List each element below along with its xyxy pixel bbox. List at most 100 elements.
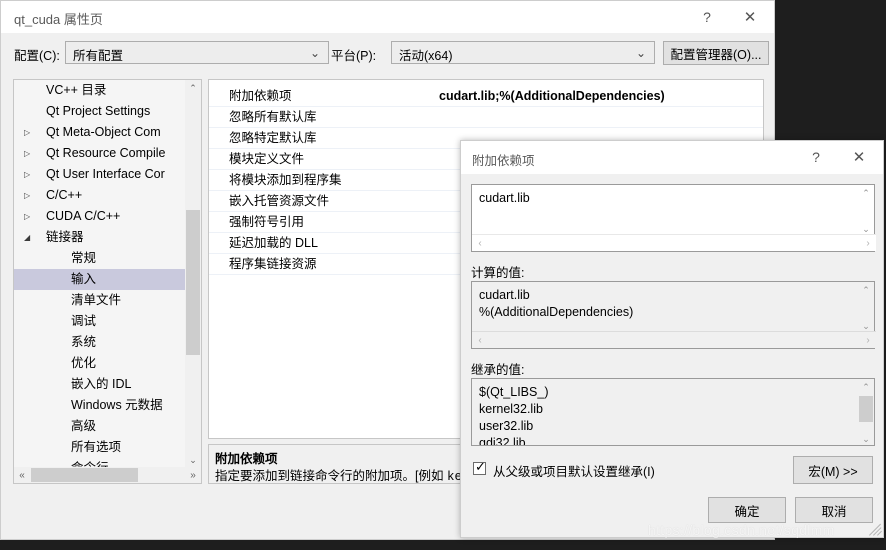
configuration-dropdown[interactable]: 所有配置 ⌄ bbox=[65, 41, 329, 64]
dialog-close-icon[interactable]: ✕ bbox=[839, 141, 879, 173]
help-icon[interactable]: ? bbox=[687, 1, 727, 32]
tree-item[interactable]: 嵌入的 IDL bbox=[14, 374, 186, 395]
additional-dependencies-dialog: 附加依赖项 ? ✕ cudart.lib ⌃ ⌄ ‹ › 计算的值: cudar… bbox=[460, 140, 884, 538]
property-name: 程序集链接资源 bbox=[229, 257, 317, 271]
tree-item[interactable]: 优化 bbox=[14, 353, 186, 374]
inherited-vertical-scrollbar[interactable]: ⌃ ⌄ bbox=[858, 379, 874, 445]
tree-item[interactable]: VC++ 目录 bbox=[14, 80, 186, 101]
tree-item-label: 系统 bbox=[71, 335, 97, 349]
platform-label: 平台(P): bbox=[331, 49, 377, 63]
tree-item[interactable]: ▷ CUDA C/C++ bbox=[14, 206, 186, 227]
chevron-down-icon: ⌄ bbox=[636, 46, 647, 60]
property-name: 忽略所有默认库 bbox=[229, 110, 317, 124]
property-row[interactable]: 忽略所有默认库 bbox=[209, 107, 763, 128]
scroll-left-icon[interactable]: ‹ bbox=[472, 332, 488, 348]
tree-item-label: Qt Resource Compile bbox=[46, 146, 166, 160]
tree-item-label: Qt Project Settings bbox=[46, 104, 151, 118]
tree-item[interactable]: ◢ 链接器 bbox=[14, 227, 186, 248]
tree-item-label: 高级 bbox=[71, 419, 97, 433]
settings-tree-panel: VC++ 目录 Qt Project Settings ▷ Qt Meta-Objec… bbox=[13, 79, 202, 484]
configuration-manager-button[interactable]: 配置管理器(O)... bbox=[663, 41, 769, 65]
inherited-value-box: $(Qt_LIBS_) kernel32.lib user32.lib gdi3… bbox=[471, 378, 875, 446]
inherit-checkbox[interactable]: ✓ bbox=[473, 460, 486, 475]
scroll-down-icon[interactable]: ⌄ bbox=[858, 431, 874, 445]
evaluated-vertical-scrollbar[interactable]: ⌃ ⌄ bbox=[858, 282, 874, 334]
scroll-left-icon[interactable]: ‹ bbox=[472, 235, 488, 251]
scroll-right-icon[interactable]: › bbox=[860, 332, 876, 348]
window-titlebar[interactable]: qt_cuda 属性页 ? ✕ bbox=[1, 1, 774, 33]
tree-horizontal-scrollbar[interactable]: « » bbox=[14, 467, 201, 483]
watermark: https://blog.csdn.net/sqdlmm bbox=[648, 522, 835, 538]
macros-button[interactable]: 宏(M) >> bbox=[793, 456, 873, 484]
property-name: 附加依赖项 bbox=[229, 89, 292, 103]
tree-item[interactable]: 调试 bbox=[14, 311, 186, 332]
tree-item[interactable]: 高级 bbox=[14, 416, 186, 437]
evaluated-horizontal-scrollbar[interactable]: ‹ › bbox=[472, 331, 876, 348]
evaluated-value-box: cudart.lib %(AdditionalDependencies) ⌃ ⌄… bbox=[471, 281, 876, 349]
chevron-down-icon: ⌄ bbox=[310, 46, 321, 60]
dependencies-textarea[interactable]: cudart.lib ⌃ ⌄ ‹ › bbox=[471, 184, 876, 252]
tree-item[interactable]: 所有选项 bbox=[14, 437, 186, 458]
tree-item-label: Qt User Interface Cor bbox=[46, 167, 165, 181]
tree-item-label: 输入 bbox=[71, 272, 97, 286]
tree-item[interactable]: ▷ C/C++ bbox=[14, 185, 186, 206]
collapsed-arrow-icon[interactable]: ▷ bbox=[24, 164, 35, 185]
scroll-down-icon[interactable]: ⌄ bbox=[185, 452, 201, 468]
scroll-up-icon[interactable]: ⌃ bbox=[185, 80, 201, 96]
collapsed-arrow-icon[interactable]: ▷ bbox=[24, 206, 35, 227]
inherited-value-list: $(Qt_LIBS_) kernel32.lib user32.lib gdi3… bbox=[479, 385, 549, 446]
textarea-vertical-scrollbar[interactable]: ⌃ ⌄ bbox=[858, 185, 874, 237]
tree-item-label: 优化 bbox=[71, 356, 97, 370]
collapsed-arrow-icon[interactable]: ▷ bbox=[24, 185, 35, 206]
cancel-button[interactable]: 取消 bbox=[795, 497, 873, 523]
tree-horizontal-scroll-thumb[interactable] bbox=[31, 468, 138, 482]
expanded-arrow-icon[interactable]: ◢ bbox=[24, 227, 35, 248]
dependencies-textarea-value: cudart.lib bbox=[479, 191, 530, 205]
dialog-titlebar[interactable]: 附加依赖项 ? ✕ bbox=[461, 141, 883, 174]
tree-item-label: 清单文件 bbox=[71, 293, 122, 307]
textarea-horizontal-scrollbar[interactable]: ‹ › bbox=[472, 234, 876, 251]
tree-item[interactable]: 系统 bbox=[14, 332, 186, 353]
property-value[interactable]: cudart.lib;%(AdditionalDependencies) bbox=[439, 86, 665, 107]
property-name: 嵌入托管资源文件 bbox=[229, 194, 330, 208]
tree-vertical-scroll-thumb[interactable] bbox=[186, 210, 200, 355]
evaluated-value-label: 计算的值: bbox=[471, 266, 525, 280]
description-text: 指定要添加到链接命令行的附加项。[例如 kern bbox=[215, 465, 477, 483]
dialog-title: 附加依赖项 bbox=[472, 154, 535, 168]
tree-item[interactable]: 输入 bbox=[14, 269, 186, 290]
dialog-help-icon[interactable]: ? bbox=[796, 141, 836, 173]
scroll-right-icon[interactable]: › bbox=[860, 235, 876, 251]
scroll-right-icon[interactable]: » bbox=[185, 467, 201, 483]
ok-button[interactable]: 确定 bbox=[708, 497, 786, 523]
property-name: 延迟加载的 DLL bbox=[229, 236, 318, 250]
scroll-up-icon[interactable]: ⌃ bbox=[858, 379, 874, 395]
settings-tree[interactable]: VC++ 目录 Qt Project Settings ▷ Qt Meta-Objec… bbox=[14, 80, 186, 468]
collapsed-arrow-icon[interactable]: ▷ bbox=[24, 143, 35, 164]
tree-item[interactable]: ▷ Qt User Interface Cor bbox=[14, 164, 186, 185]
scroll-up-icon[interactable]: ⌃ bbox=[858, 185, 874, 201]
platform-dropdown[interactable]: 活动(x64) ⌄ bbox=[391, 41, 655, 64]
tree-item[interactable]: 清单文件 bbox=[14, 290, 186, 311]
collapsed-arrow-icon[interactable]: ▷ bbox=[24, 122, 35, 143]
inherit-checkbox-label: 从父级或项目默认设置继承(I) bbox=[493, 465, 655, 479]
close-icon[interactable]: ✕ bbox=[730, 1, 770, 32]
tree-item-label: VC++ 目录 bbox=[46, 83, 107, 97]
tree-item-label: C/C++ bbox=[46, 188, 83, 202]
resize-grip-icon[interactable] bbox=[867, 521, 882, 536]
tree-item[interactable]: Windows 元数据 bbox=[14, 395, 186, 416]
tree-item[interactable]: ▷ Qt Resource Compile bbox=[14, 143, 186, 164]
scroll-left-icon[interactable]: « bbox=[14, 467, 30, 483]
property-row[interactable]: 附加依赖项 cudart.lib;%(AdditionalDependencies… bbox=[209, 86, 763, 107]
configuration-value: 所有配置 bbox=[73, 49, 124, 63]
configuration-toolbar: 配置(C): 所有配置 ⌄ 平台(P): 活动(x64) ⌄ 配置管理器(O).… bbox=[1, 33, 774, 75]
tree-vertical-scrollbar[interactable]: ⌃ ⌄ bbox=[185, 80, 201, 468]
scroll-up-icon[interactable]: ⌃ bbox=[858, 282, 874, 298]
tree-item[interactable]: ▷ Qt Meta-Object Com bbox=[14, 122, 186, 143]
configuration-label: 配置(C): bbox=[14, 49, 60, 63]
tree-item-label: 常规 bbox=[71, 251, 97, 265]
inherited-scroll-thumb[interactable] bbox=[859, 396, 873, 422]
tree-item-label: Qt Meta-Object Com bbox=[46, 125, 161, 139]
tree-item[interactable]: 常规 bbox=[14, 248, 186, 269]
tree-item[interactable]: Qt Project Settings bbox=[14, 101, 186, 122]
property-name: 忽略特定默认库 bbox=[229, 131, 317, 145]
